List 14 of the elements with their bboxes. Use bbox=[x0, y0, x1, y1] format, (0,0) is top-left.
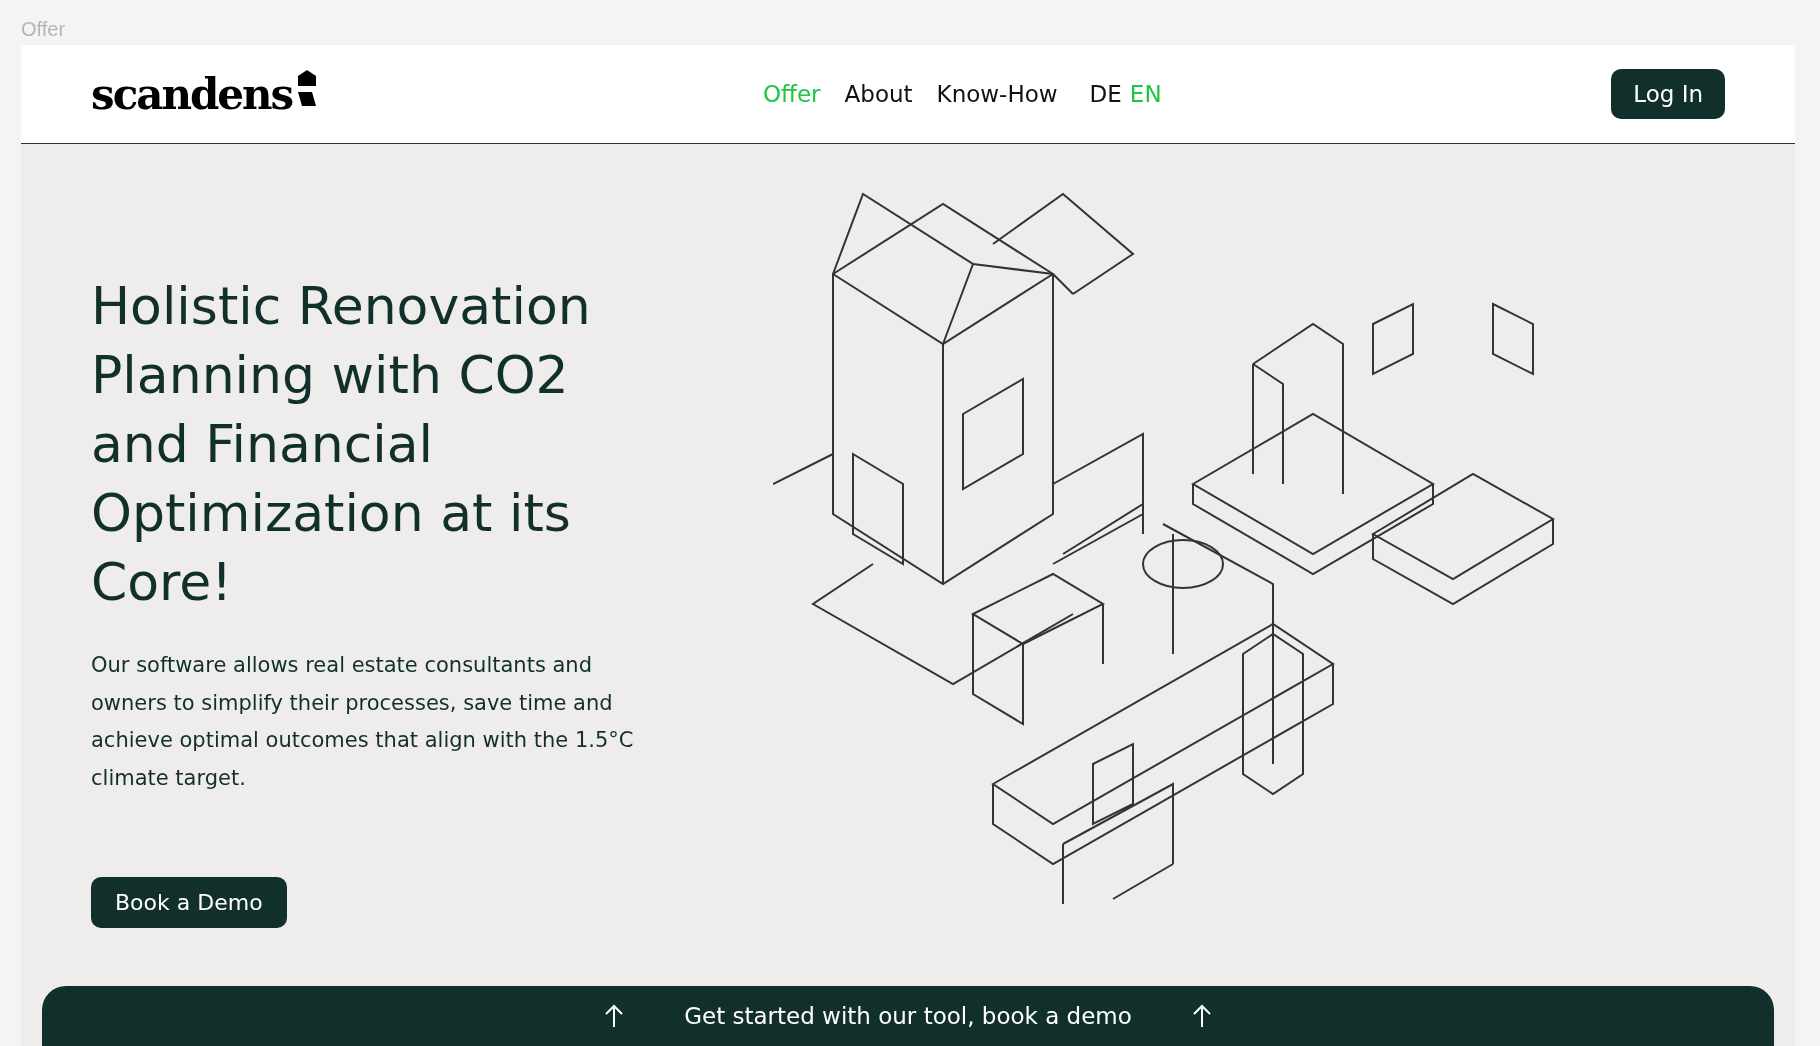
banner-text: Get started with our tool, book a demo bbox=[684, 1001, 1132, 1031]
cta-banner[interactable]: Get started with our tool, book a demo bbox=[42, 986, 1774, 1046]
page-label: Offer bbox=[20, 17, 67, 42]
arrow-up-icon bbox=[604, 1004, 625, 1028]
logo-mark-icon bbox=[296, 70, 319, 108]
logo[interactable]: scandens bbox=[91, 62, 293, 126]
login-button[interactable]: Log In bbox=[1611, 68, 1725, 120]
arrow-up-icon bbox=[1191, 1004, 1212, 1028]
nav-link[interactable]: Know-How bbox=[936, 76, 1058, 112]
nav-link[interactable]: About bbox=[844, 76, 913, 112]
language-link[interactable]: DE bbox=[1089, 76, 1122, 112]
hero-heading: Holistic Renovation Planning with CO2 and Financial Optimization at its Core! bbox=[91, 275, 592, 614]
hero-description: Our software allows real estate consultants and owners to simplify their processes, save time and achieve optimal outcomes that align with the 1.5°C climate target. bbox=[91, 652, 635, 792]
book-demo-button[interactable]: Book a Demo bbox=[91, 877, 287, 928]
